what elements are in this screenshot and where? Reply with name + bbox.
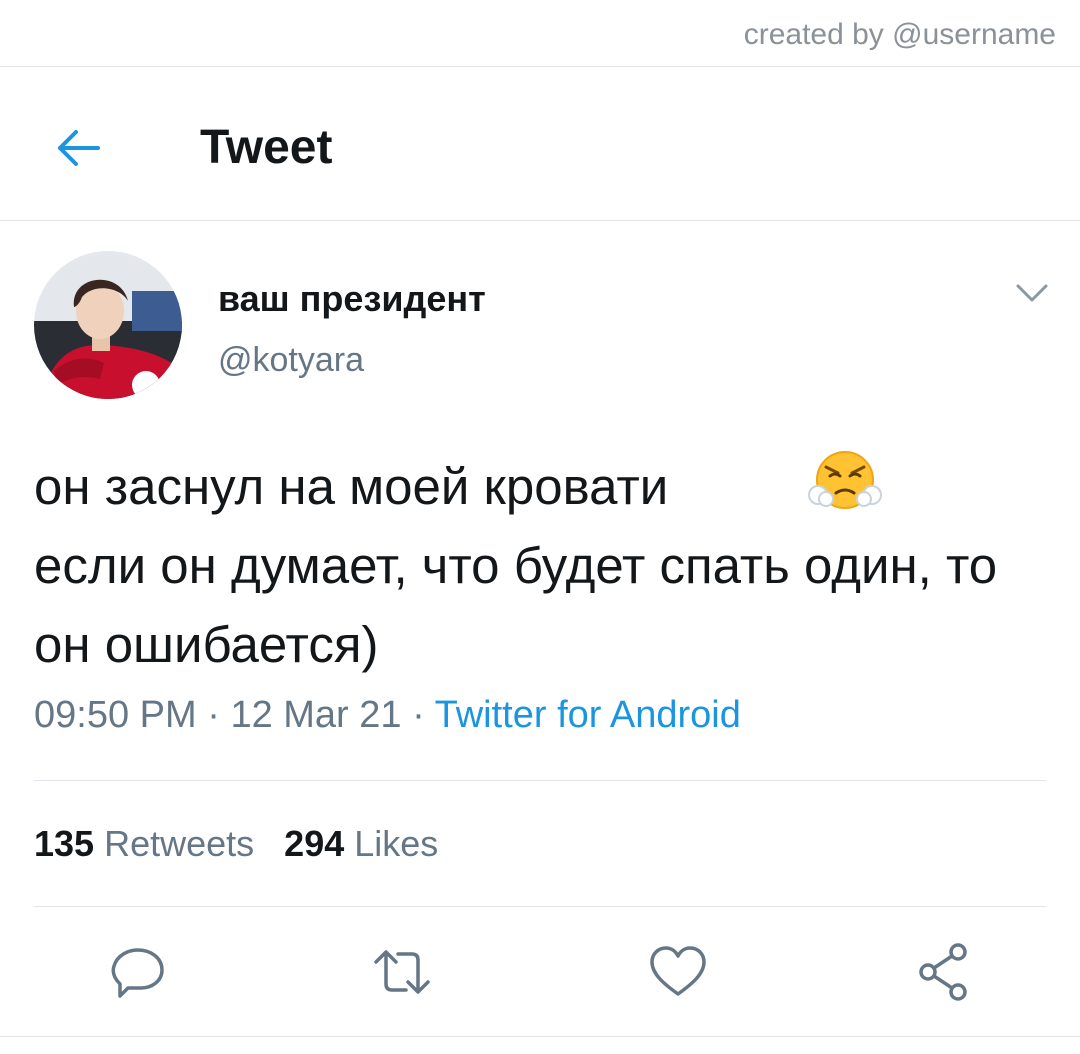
- tweet-meta: 09:50 PM · 12 Mar 21 · Twitter for Andro…: [34, 694, 741, 737]
- heart-icon: [650, 946, 706, 996]
- share-button[interactable]: [912, 940, 976, 1004]
- reply-button[interactable]: [106, 940, 170, 1004]
- page-title: Tweet: [200, 121, 333, 174]
- user-handle[interactable]: @kotyara: [218, 341, 364, 380]
- user-avatar-photo: [34, 251, 182, 399]
- display-name[interactable]: ваш президент: [218, 278, 486, 320]
- meta-separator: ·: [207, 694, 220, 736]
- back-button[interactable]: [48, 118, 108, 178]
- likes-stat[interactable]: 294 Likes: [284, 823, 438, 864]
- watermark: created by @username: [743, 18, 1056, 51]
- divider: [0, 220, 1080, 221]
- share-icon: [919, 943, 967, 1001]
- tweet-stats: 135 Retweets 294 Likes: [34, 823, 438, 865]
- face-with-steam-from-nose-icon: [808, 449, 882, 511]
- more-options-button[interactable]: [1012, 278, 1052, 308]
- retweet-button[interactable]: [370, 940, 434, 1004]
- chevron-down-icon: [1016, 284, 1048, 302]
- tweet-text: он заснул на моей кровати если он думает…: [34, 447, 1044, 684]
- divider: [34, 780, 1046, 781]
- divider: [0, 1036, 1080, 1037]
- retweets-label: Retweets: [104, 823, 255, 864]
- tweet-source-link[interactable]: Twitter for Android: [435, 694, 741, 736]
- divider: [0, 66, 1080, 67]
- likes-count: 294: [284, 823, 345, 864]
- top-bar: Tweet: [0, 90, 1080, 208]
- tweet-time: 09:50 PM: [34, 694, 197, 736]
- reply-icon: [111, 948, 164, 998]
- like-button[interactable]: [646, 940, 710, 1004]
- retweets-count: 135: [34, 823, 95, 864]
- tweet-date: 12 Mar 21: [230, 694, 402, 736]
- retweets-stat[interactable]: 135 Retweets: [34, 823, 254, 864]
- likes-label: Likes: [354, 823, 439, 864]
- divider: [34, 906, 1046, 907]
- arrow-left-icon: [58, 130, 100, 166]
- avatar[interactable]: [34, 251, 182, 399]
- retweet-icon: [374, 950, 430, 994]
- meta-separator: ·: [412, 694, 425, 736]
